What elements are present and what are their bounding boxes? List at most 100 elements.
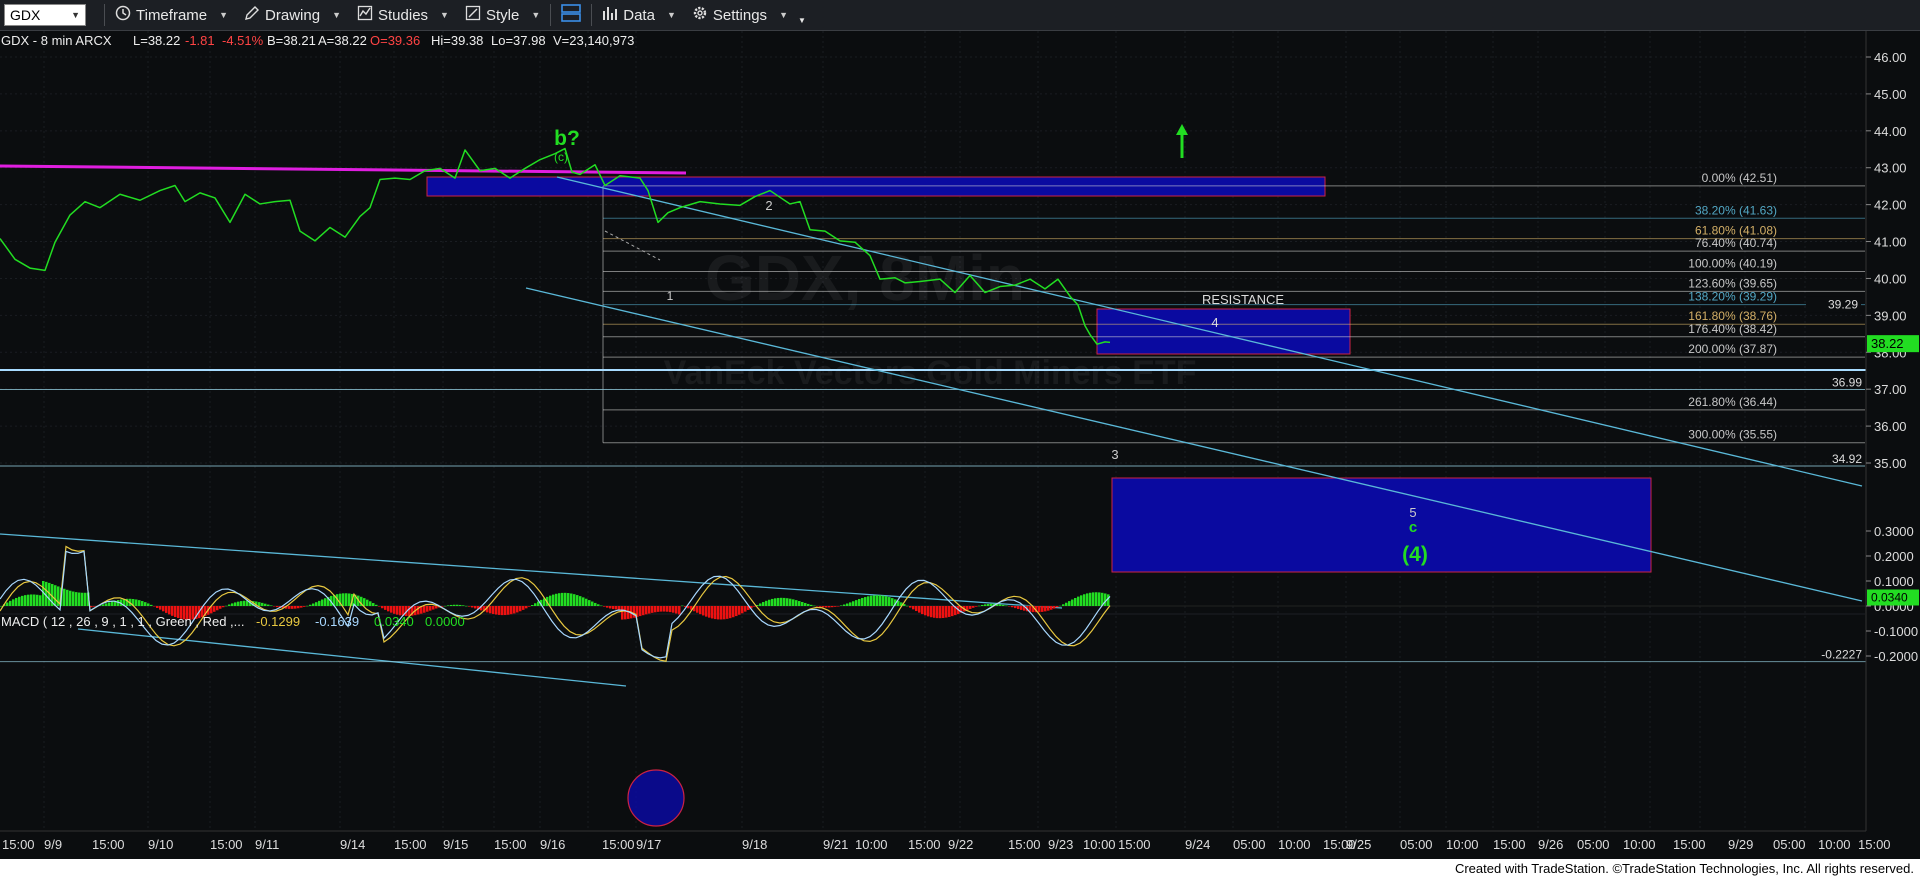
chart-area[interactable]: GDX, 8Min VanEck Vectors Gold Miners ETF… [0, 31, 1920, 859]
time-tick-label: 9/29 [1728, 837, 1753, 852]
macd-histogram-bar [672, 606, 675, 613]
macd-histogram-bar [450, 604, 453, 606]
macd-histogram-bar [858, 599, 861, 606]
macd-histogram-bar [840, 605, 843, 606]
macd-histogram-bar [288, 606, 291, 609]
macd-histogram-bar [612, 606, 615, 610]
wave-1-label: 1 [667, 289, 674, 303]
macd-histogram-bar [261, 602, 264, 606]
macd-histogram-bar [1056, 606, 1059, 608]
toolbar-overflow[interactable]: ▼ [796, 0, 808, 30]
chevron-down-icon: ▼ [332, 10, 341, 20]
macd-histogram-bar [72, 591, 75, 606]
macd-histogram-bar [291, 606, 294, 609]
net-change: -1.81 [185, 33, 215, 48]
fib-level-label: 261.80% (36.44) [1688, 395, 1777, 409]
time-tick-label: 15:00 [1493, 837, 1526, 852]
data-menu[interactable]: Data ▼ [594, 0, 684, 30]
macd-histogram-bar [81, 592, 84, 606]
macd-histogram-bar [507, 606, 510, 615]
macd-histogram-bar [564, 592, 567, 606]
drawing-label: Drawing [265, 6, 321, 24]
layout-button[interactable] [553, 0, 589, 30]
time-tick-label: 9/16 [540, 837, 565, 852]
macd-histogram-bar [801, 601, 804, 606]
macd-histogram-bar [1062, 604, 1065, 606]
macd-histogram-bar [363, 598, 366, 606]
macd-histogram-bar [819, 606, 822, 607]
macd-histogram-bar [783, 597, 786, 606]
macd-histogram-bar [1002, 604, 1005, 606]
footer: Created with TradeStation. ©TradeStation… [0, 859, 1920, 879]
macd-histogram-bar [165, 606, 168, 613]
macd-histogram-bar [459, 604, 462, 606]
macd-histogram-bar [1074, 598, 1077, 606]
time-tick-label: 10:00 [1446, 837, 1479, 852]
symbol-selector[interactable]: GDX ▼ [4, 4, 86, 26]
macd-histogram-bar [771, 598, 774, 606]
time-tick-label: 10:00 [1083, 837, 1116, 852]
fib-level-label: 123.60% (39.65) [1688, 276, 1777, 290]
macd-histogram-bar [918, 606, 921, 613]
macd-histogram-bar [504, 606, 507, 616]
macd-histogram-bar [837, 606, 840, 607]
macd-histogram-bar [657, 606, 660, 612]
price-axis[interactable]: 46.00 45.00 44.00 43.00 42.00 41.00 40.00 39.00… [1806, 31, 1920, 831]
macd-histogram-bar [975, 606, 978, 607]
macd-histogram-bar [579, 596, 582, 606]
macd-level-label: -0.2227 [1821, 648, 1862, 662]
time-tick-label: 9/23 [1048, 837, 1073, 852]
macd-histogram-bar [573, 594, 576, 606]
macd-histogram-bar [909, 606, 912, 608]
macd-histogram-bar [498, 606, 501, 615]
fib-level-label: 176.40% (38.42) [1688, 322, 1777, 336]
macd-histogram-bar [213, 606, 216, 612]
macd-histogram-bar [924, 606, 927, 616]
macd-histogram-bar [273, 606, 276, 607]
macd-histogram-bar [147, 603, 150, 606]
price-tick-label: 44.00 [1874, 124, 1907, 139]
macd-histogram-bar [567, 593, 570, 606]
chevron-down-icon: ▼ [219, 10, 229, 20]
fib-level-label: 76.40% (40.74) [1695, 236, 1777, 250]
macd-histogram-bar [12, 599, 15, 606]
time-tick-label: 9/15 [443, 837, 468, 852]
macd-histogram-bar [645, 606, 648, 615]
time-tick-label: 15:00 [602, 837, 635, 852]
time-axis[interactable]: 15:00 9/9 15:00 9/10 15:00 9/11 9/14 15:00 9/15 1… [0, 830, 1891, 852]
last-price: L=38.22 [133, 33, 180, 48]
macd-histogram-bar [861, 597, 864, 606]
price-chart[interactable]: GDX, 8Min VanEck Vectors Gold Miners ETF… [0, 31, 1920, 859]
macd-histogram-bar [1059, 605, 1062, 607]
studies-menu[interactable]: Studies ▼ [349, 0, 457, 30]
time-tick-label: 10:00 [1278, 837, 1311, 852]
macd-histogram-bar [846, 603, 849, 606]
macd-histogram-bar [30, 594, 33, 606]
time-tick-label: 9/21 [823, 837, 848, 852]
style-menu[interactable]: Style ▼ [457, 0, 548, 30]
macd-histogram-bar [1038, 606, 1041, 613]
price-tick-label: 46.00 [1874, 50, 1907, 65]
time-tick-label: 15:00 [1673, 837, 1706, 852]
macd-histogram-bar [381, 606, 384, 609]
macd-histogram-bar [921, 606, 924, 615]
macd-histogram-bar [594, 602, 597, 606]
macd-histogram-bar [978, 605, 981, 607]
channel-upper-line [556, 176, 1863, 487]
macd-tick-label: -0.1000 [1874, 624, 1918, 639]
timeframe-menu[interactable]: Timeframe ▼ [107, 0, 236, 30]
macd-histogram-bar [723, 606, 726, 620]
macd-histogram-bar [762, 602, 765, 606]
macd-histogram-bar [372, 603, 375, 606]
chevron-down-icon: ▼ [797, 15, 806, 25]
macd-histogram-bar [219, 606, 222, 609]
macd-histogram-bar [159, 606, 162, 610]
macd-histogram-bar [33, 594, 36, 606]
drawing-menu[interactable]: Drawing ▼ [236, 0, 349, 30]
macd-histogram-bar [1011, 606, 1014, 608]
settings-menu[interactable]: Settings ▼ [684, 0, 796, 30]
macd-histogram-bar [435, 606, 438, 609]
macd-histogram-bar [981, 604, 984, 606]
macd-histogram-bar [243, 600, 246, 606]
time-tick-label: 15:00 [210, 837, 243, 852]
